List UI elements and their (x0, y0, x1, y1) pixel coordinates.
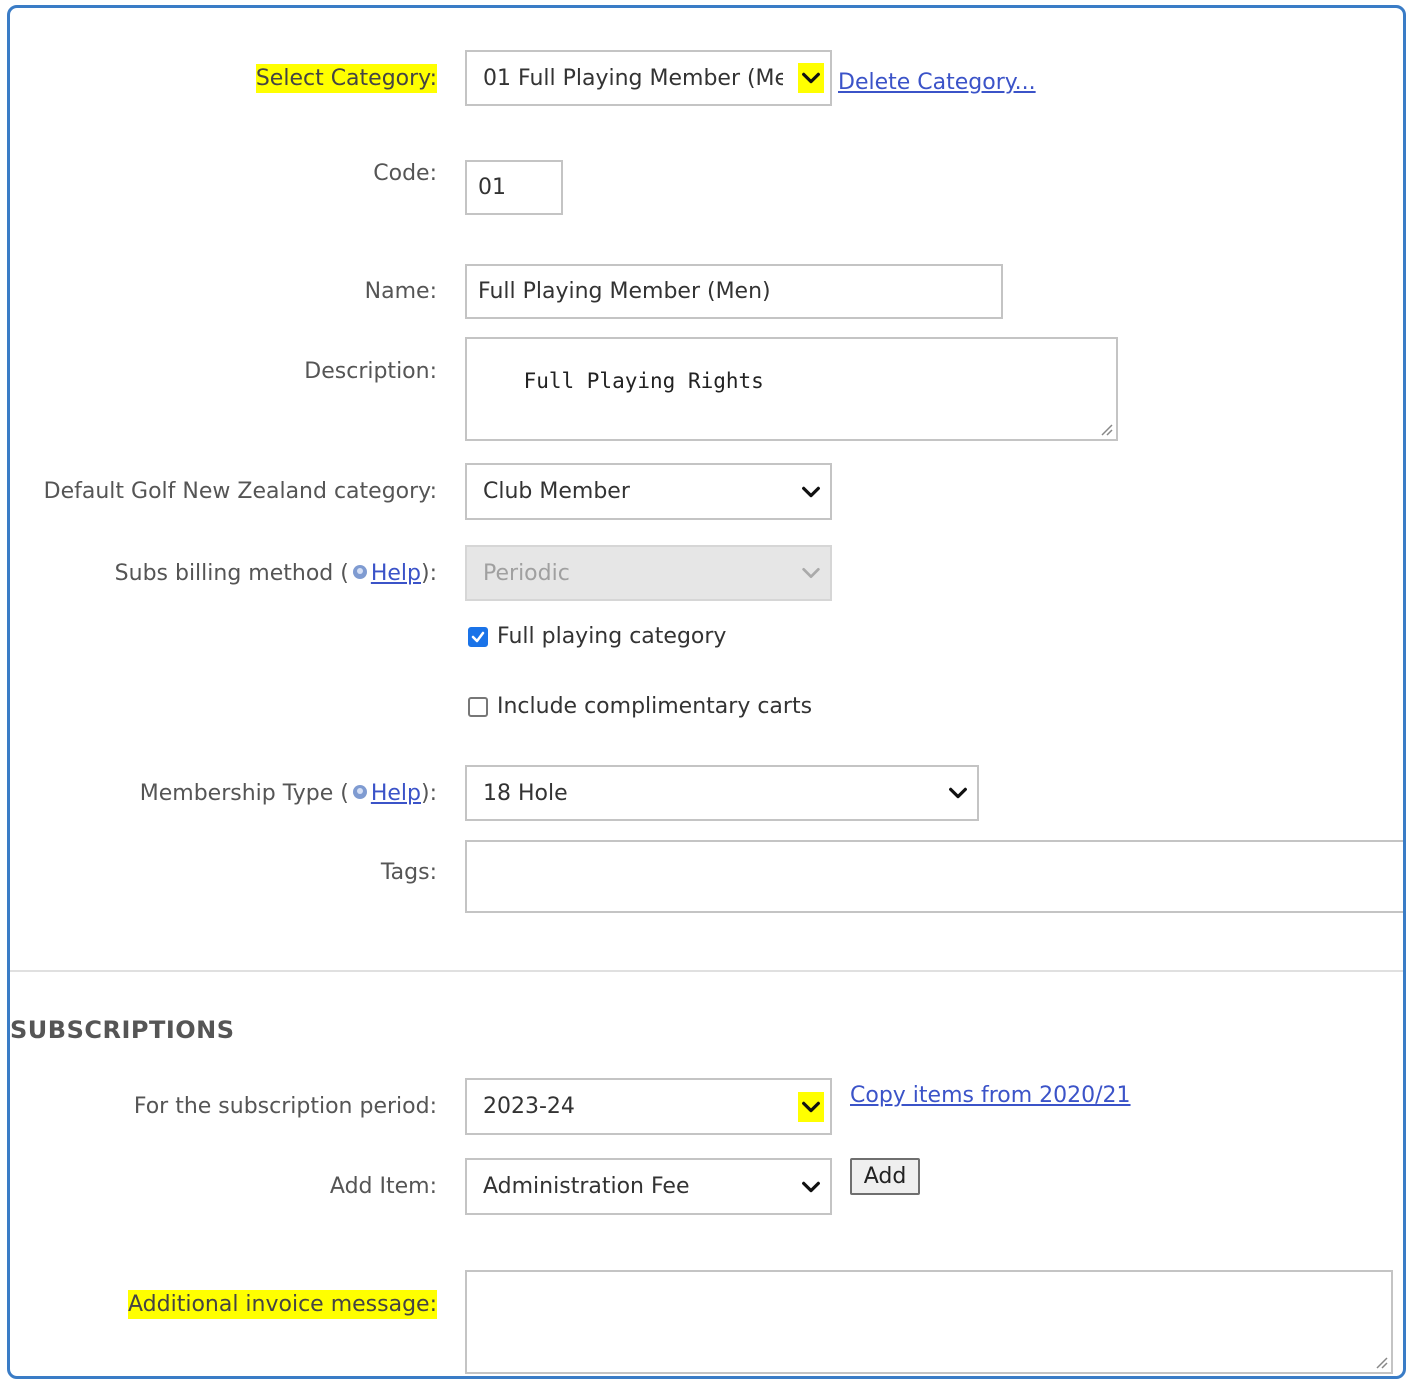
description-value: Full Playing Rights (523, 369, 764, 393)
invoice-message-label: Additional invoice message: (128, 1290, 437, 1319)
delete-category-link[interactable]: Delete Category... (838, 70, 1036, 95)
select-category-label-text: Select Category: (255, 64, 437, 93)
code-label: Code: (373, 161, 437, 186)
name-label: Name: (364, 279, 437, 304)
subs-billing-value: Periodic (483, 560, 570, 586)
full-playing-category-checkbox[interactable] (468, 626, 488, 647)
select-category-value: 01 Full Playing Member (Men) (483, 65, 783, 91)
invoice-message-label-text: Additional invoice message: (128, 1290, 437, 1319)
tags-label: Tags: (380, 860, 437, 885)
complimentary-carts-row[interactable]: Include complimentary carts (468, 694, 812, 719)
checkmark-icon (471, 631, 485, 642)
name-input[interactable]: Full Playing Member (Men) (465, 264, 1003, 319)
subs-billing-label-suffix: ): (421, 561, 437, 586)
code-input[interactable]: 01 (465, 160, 563, 215)
membership-type-value: 18 Hole (483, 780, 568, 806)
form-panel: Select Category: 01 Full Playing Member … (7, 5, 1406, 1379)
subs-billing-help-link[interactable]: Help (371, 561, 421, 586)
subs-billing-label-prefix: Subs billing method ( (114, 561, 349, 586)
subscriptions-heading: SUBSCRIPTIONS (10, 1016, 235, 1044)
full-playing-category-row[interactable]: Full playing category (468, 624, 726, 649)
membership-type-help-link[interactable]: Help (371, 781, 421, 806)
add-item-label: Add Item: (329, 1174, 437, 1199)
full-playing-category-label: Full playing category (497, 624, 727, 649)
subscription-period-value: 2023-24 (483, 1094, 575, 1119)
chevron-down-icon (945, 778, 971, 808)
gnz-category-label: Default Golf New Zealand category: (43, 479, 437, 504)
membership-type-dropdown[interactable]: 18 Hole (465, 765, 979, 821)
add-button[interactable]: Add (850, 1158, 920, 1195)
chevron-down-icon (798, 1172, 824, 1202)
help-info-icon (352, 785, 367, 799)
subs-billing-label: Subs billing method ( Help): (115, 560, 437, 588)
subscription-period-label: For the subscription period: (133, 1094, 437, 1119)
gnz-category-value: Club Member (483, 479, 630, 504)
complimentary-carts-checkbox[interactable] (468, 696, 488, 717)
subs-billing-dropdown: Periodic (465, 545, 832, 601)
subscription-period-dropdown[interactable]: 2023-24 (465, 1078, 832, 1135)
gnz-category-dropdown[interactable]: Club Member (465, 463, 832, 520)
add-item-value: Administration Fee (483, 1174, 690, 1199)
help-info-icon (352, 565, 367, 579)
membership-type-label-suffix: ): (421, 781, 437, 806)
tags-input[interactable] (465, 840, 1403, 913)
add-item-dropdown[interactable]: Administration Fee (465, 1158, 832, 1215)
select-category-dropdown[interactable]: 01 Full Playing Member (Men) (465, 50, 832, 106)
resize-grip-icon[interactable] (1372, 1353, 1388, 1369)
resize-grip-icon[interactable] (1097, 420, 1113, 436)
complimentary-carts-label: Include complimentary carts (497, 694, 813, 719)
membership-type-label-prefix: Membership Type ( (139, 781, 349, 806)
copy-items-link[interactable]: Copy items from 2020/21 (850, 1083, 1131, 1108)
select-category-label: Select Category: (255, 64, 437, 93)
membership-type-label: Membership Type ( Help): (140, 780, 437, 808)
description-label: Description: (304, 359, 437, 384)
chevron-down-icon (798, 1091, 824, 1122)
chevron-down-icon (798, 558, 824, 588)
chevron-down-icon (798, 63, 824, 93)
chevron-down-icon (798, 477, 824, 507)
description-textarea[interactable]: Full Playing Rights (465, 337, 1118, 441)
section-divider (10, 970, 1403, 972)
invoice-message-textarea[interactable] (465, 1270, 1393, 1374)
